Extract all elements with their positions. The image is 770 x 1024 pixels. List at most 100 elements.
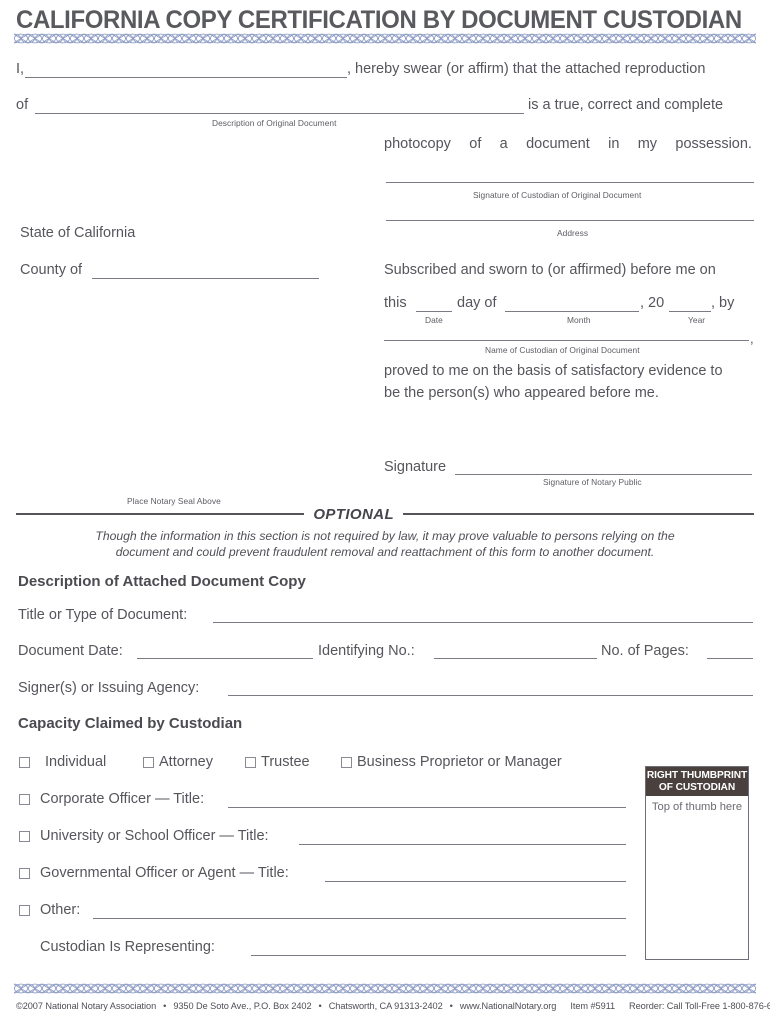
statement-line1-prefix: I, (16, 61, 25, 77)
jurat-year-caption: Year (688, 315, 706, 325)
thumbprint-header-line2: OF CUSTODIAN (658, 781, 736, 793)
corporate-officer-title-line[interactable] (228, 807, 626, 808)
description-heading: Description of Attached Document Copy (18, 573, 306, 590)
identifying-no-line[interactable] (434, 658, 597, 659)
jurat-line1: Subscribed and sworn to (or affirmed) be… (384, 262, 716, 278)
governmental-officer-title-line[interactable] (325, 881, 626, 882)
checkbox-governmental-officer[interactable] (19, 868, 30, 879)
checkbox-business-proprietor[interactable] (341, 757, 352, 768)
custodian-signature-caption: Signature of Custodian of Original Docum… (473, 190, 642, 200)
form-page: CALIFORNIA COPY CERTIFICATION BY DOCUMEN… (0, 0, 770, 1024)
capacity-label-university-officer: University or School Officer — Title: (40, 828, 269, 844)
statement-line1-suffix: , hereby swear (or affirm) that the atta… (347, 61, 706, 77)
statement-line3-word: a (499, 136, 508, 152)
checkbox-attorney[interactable] (143, 757, 154, 768)
capacity-label-corporate-officer: Corporate Officer — Title: (40, 791, 205, 807)
notary-signature-line[interactable] (455, 474, 752, 475)
no-of-pages-line[interactable] (707, 658, 753, 659)
footer-website[interactable]: www.NationalNotary.org (460, 1001, 557, 1011)
statement-line3-word: photocopy (384, 136, 451, 152)
checkbox-university-officer[interactable] (19, 831, 30, 842)
custodian-representing-line[interactable] (251, 955, 626, 956)
statement-line3-word: in (608, 136, 620, 152)
statement-line3-word: of (469, 136, 482, 152)
optional-divider: OPTIONAL (16, 505, 754, 523)
optional-note-line2: document and could prevent fraudulent re… (115, 545, 655, 559)
footer-bullet: • (163, 1001, 167, 1011)
custodian-address-caption: Address (557, 228, 589, 238)
jurat-by-label: , by (711, 295, 735, 311)
capacity-label-other: Other: (40, 902, 81, 918)
state-of-california: State of California (20, 225, 136, 241)
custodian-address-line[interactable] (386, 220, 754, 221)
description-of-original-line[interactable] (35, 113, 524, 114)
decorative-border-bottom (14, 982, 756, 995)
affiant-name-line[interactable] (25, 77, 347, 78)
divider-rule-right (403, 513, 754, 515)
footer-item-number: Item #5911 (570, 1001, 616, 1011)
custodian-representing-label: Custodian Is Representing: (40, 939, 215, 955)
document-date-line[interactable] (137, 658, 313, 659)
university-officer-title-line[interactable] (299, 844, 626, 845)
checkbox-trustee[interactable] (245, 757, 256, 768)
jurat-month-caption: Month (567, 315, 591, 325)
thumbprint-header-line1: RIGHT THUMBPRINT (646, 770, 748, 781)
statement-line3-word: document (526, 136, 590, 152)
document-date-label: Document Date: (18, 643, 123, 659)
footer-address: 9350 De Soto Ave., P.O. Box 2402 (173, 1001, 312, 1011)
signers-agency-label: Signer(s) or Issuing Agency: (18, 680, 200, 696)
jurat-twenty-label: , 20 (640, 295, 665, 311)
optional-note-line1: Though the information in this section i… (95, 529, 675, 543)
identifying-no-label: Identifying No.: (318, 643, 415, 659)
jurat-custodian-name-line[interactable] (384, 340, 749, 341)
notary-signature-caption: Signature of Notary Public (543, 477, 642, 487)
checkbox-individual[interactable] (19, 757, 30, 768)
footer-city-state-zip: Chatsworth, CA 91313-2402 (328, 1001, 443, 1011)
jurat-trailing-comma: , (750, 331, 754, 346)
thumbprint-box[interactable]: RIGHT THUMBPRINT OF CUSTODIAN Top of thu… (645, 766, 749, 960)
no-of-pages-label: No. of Pages: (601, 643, 689, 659)
title-or-type-label: Title or Type of Document: (18, 607, 188, 623)
capacity-label-trustee: Trustee (261, 754, 310, 770)
thumbprint-instruction: Top of thumb here (651, 801, 743, 813)
optional-label: OPTIONAL (313, 505, 395, 523)
statement-line3-word: possession. (675, 136, 752, 152)
decorative-border-top (14, 32, 756, 45)
capacity-heading: Capacity Claimed by Custodian (18, 715, 243, 732)
custodian-signature-line[interactable] (386, 182, 754, 183)
footer-reorder: Reorder: Call Toll-Free 1-800-876-6827 (629, 1001, 770, 1011)
jurat-this-label: this (384, 295, 407, 311)
statement-line3: photocopy of a document in my possession… (384, 136, 752, 152)
county-of-label: County of (20, 262, 83, 278)
divider-rule-left (16, 513, 305, 515)
notary-signature-label: Signature (384, 459, 447, 475)
page-title: CALIFORNIA COPY CERTIFICATION BY DOCUMEN… (16, 6, 742, 34)
signers-agency-line[interactable] (228, 695, 753, 696)
title-or-type-line[interactable] (213, 622, 753, 623)
county-input-line[interactable] (92, 278, 319, 279)
checkbox-other[interactable] (19, 905, 30, 916)
capacity-label-business-proprietor: Business Proprietor or Manager (357, 754, 562, 770)
jurat-day-of-label: day of (457, 295, 497, 311)
statement-line2-suffix: is a true, correct and complete (528, 97, 724, 113)
statement-line3-word: my (637, 136, 658, 152)
checkbox-corporate-officer[interactable] (19, 794, 30, 805)
jurat-day-line[interactable] (416, 311, 452, 312)
statement-line2-prefix: of (16, 97, 29, 113)
footer-bullet: • (318, 1001, 322, 1011)
jurat-proved-line1: proved to me on the basis of satisfactor… (384, 363, 723, 379)
footer-copyright: ©2007 National Notary Association (16, 1001, 157, 1011)
jurat-year-line[interactable] (669, 311, 711, 312)
jurat-proved-line2: be the person(s) who appeared before me. (384, 385, 659, 401)
other-capacity-line[interactable] (93, 918, 626, 919)
notary-seal-caption: Place Notary Seal Above (127, 496, 221, 506)
thumbprint-header: RIGHT THUMBPRINT OF CUSTODIAN (646, 767, 748, 796)
jurat-date-caption: Date (425, 315, 443, 325)
footer-bullet: • (449, 1001, 453, 1011)
description-of-original-caption: Description of Original Document (212, 118, 337, 128)
jurat-month-line[interactable] (505, 311, 639, 312)
footer: ©2007 National Notary Association • 9350 D… (16, 1001, 770, 1011)
capacity-label-governmental-officer: Governmental Officer or Agent — Title: (40, 865, 289, 881)
capacity-label-individual: Individual (45, 754, 107, 770)
capacity-label-attorney: Attorney (159, 754, 213, 770)
